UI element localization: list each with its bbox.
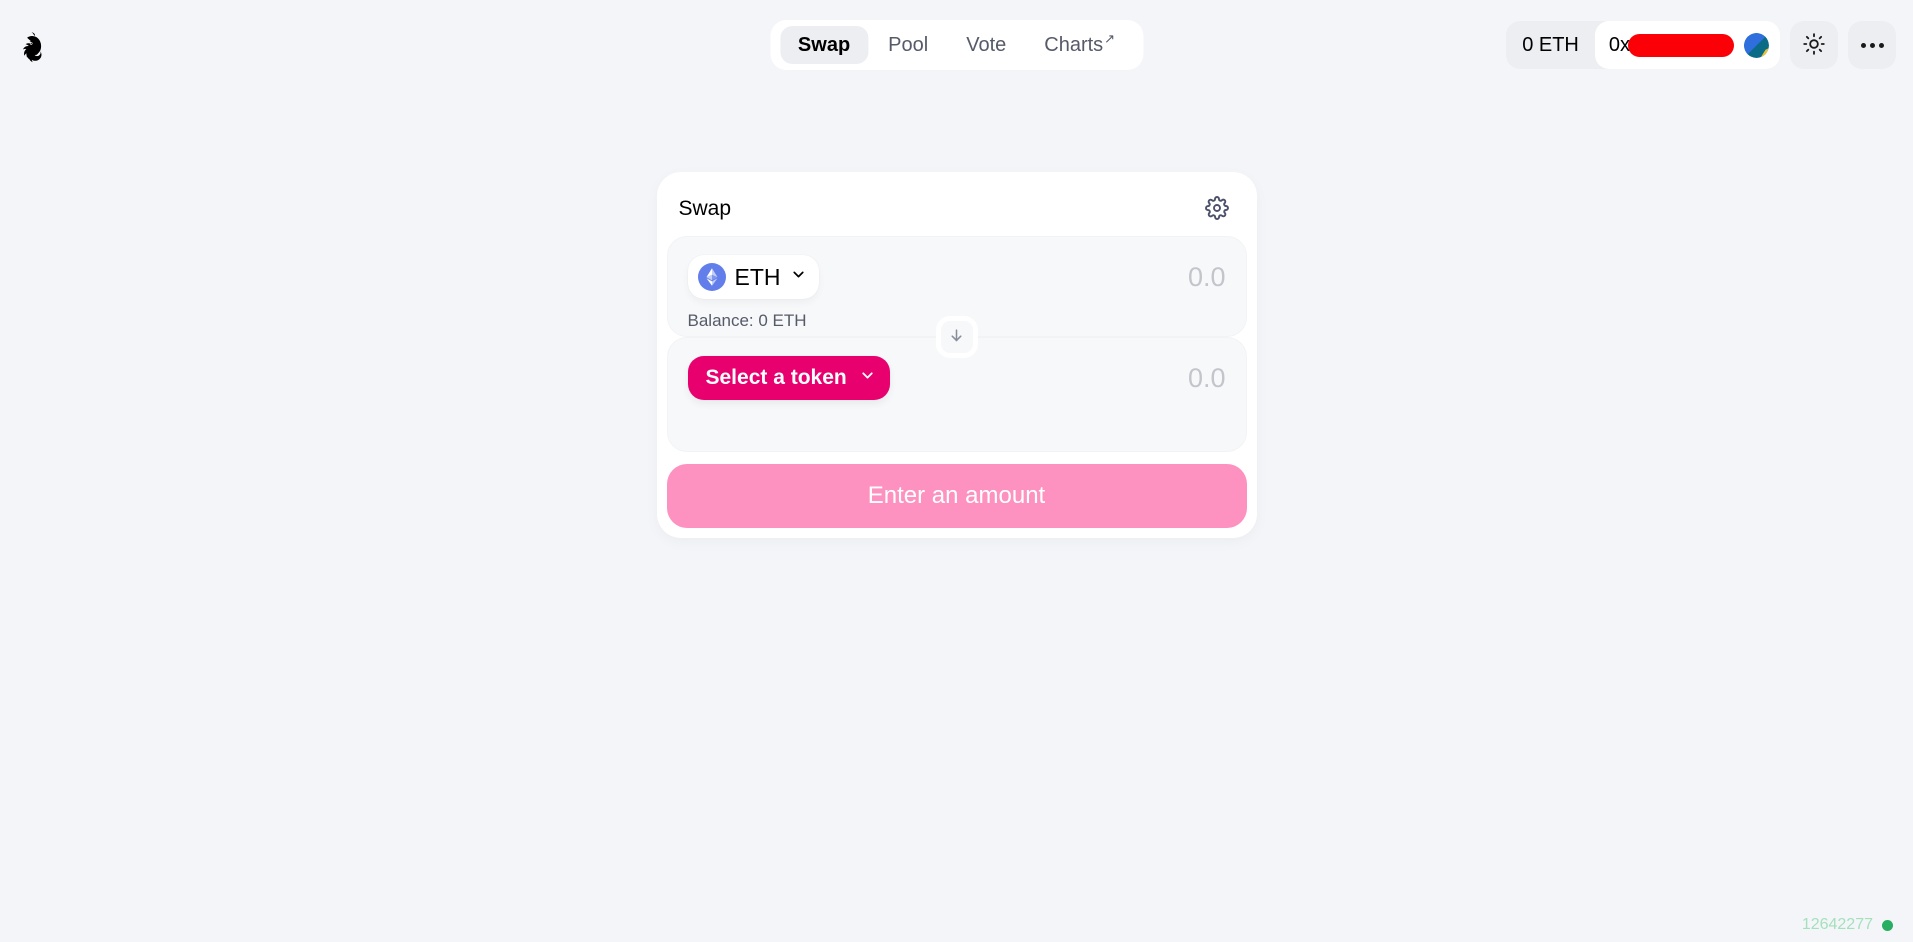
uniswap-unicorn-logo-icon (14, 28, 54, 68)
wallet-avatar (1744, 32, 1769, 58)
swap-input-row: ETH (687, 255, 1226, 299)
chevron-down-icon (859, 367, 876, 389)
block-number: 12642277 (1801, 916, 1873, 933)
external-link-icon: ↗ (1104, 31, 1116, 46)
swap-direction-button[interactable] (935, 316, 978, 358)
swap-action-button-label: Enter an amount (867, 482, 1046, 509)
token-symbol-output: Select a token (705, 366, 847, 389)
wallet-widget[interactable]: 0 ETH 0x (1506, 21, 1780, 69)
more-menu-button[interactable] (1848, 21, 1896, 69)
block-status[interactable]: 12642277 (1802, 916, 1893, 934)
status-indicator-dot (1882, 919, 1893, 931)
swap-output-row: Select a token (687, 356, 1226, 400)
swap-output-amount[interactable] (965, 362, 1226, 394)
swap-input-amount[interactable] (965, 261, 1226, 293)
wallet-address: 0x (1608, 33, 1734, 57)
arrow-down-icon (948, 327, 965, 347)
swap-card: Swap ETH 0.0 Balance: 0 ETH Select a tok… (656, 172, 1257, 538)
more-horizontal-icon (1860, 42, 1884, 48)
nav-item-pool[interactable]: Pool (870, 26, 946, 64)
uniswap-logo[interactable] (8, 22, 60, 74)
ethereum-icon (697, 263, 726, 291)
gear-icon (1204, 195, 1229, 223)
input-balance-label[interactable]: Balance: 0 ETH (688, 311, 807, 331)
theme-toggle-button[interactable] (1790, 21, 1838, 69)
wallet-balance: 0 ETH (1522, 33, 1579, 56)
page-title: Swap (678, 197, 732, 220)
swap-card-header: Swap (667, 182, 1247, 236)
token-select-input[interactable]: ETH (687, 255, 819, 299)
chevron-down-icon (790, 266, 807, 288)
nav-item-charts[interactable]: Charts ↗ (1026, 26, 1133, 64)
sun-icon (1803, 32, 1825, 58)
token-select-output[interactable]: Select a token (687, 356, 890, 400)
wallet-address-prefix: 0x (1608, 33, 1630, 56)
wallet-account-button[interactable]: 0x (1594, 21, 1780, 69)
nav-item-charts-label: Charts (1044, 33, 1104, 56)
nav-item-swap-label: Swap (797, 33, 851, 56)
nav-item-vote[interactable]: Vote (948, 26, 1024, 64)
header-right-cluster: 0 ETH 0x (1506, 20, 1896, 70)
app-header: Swap Pool Vote Charts ↗ 0 ETH 0x (0, 0, 1913, 96)
wallet-address-redaction (1628, 33, 1734, 57)
nav-item-pool-label: Pool (888, 33, 929, 56)
nav-item-vote-label: Vote (966, 33, 1007, 56)
swap-action-button[interactable]: Enter an amount (666, 464, 1247, 528)
nav-item-swap[interactable]: Swap (779, 26, 869, 64)
main-nav: Swap Pool Vote Charts ↗ (769, 20, 1144, 70)
settings-button[interactable] (1201, 193, 1233, 225)
token-symbol-input: ETH (734, 263, 781, 290)
